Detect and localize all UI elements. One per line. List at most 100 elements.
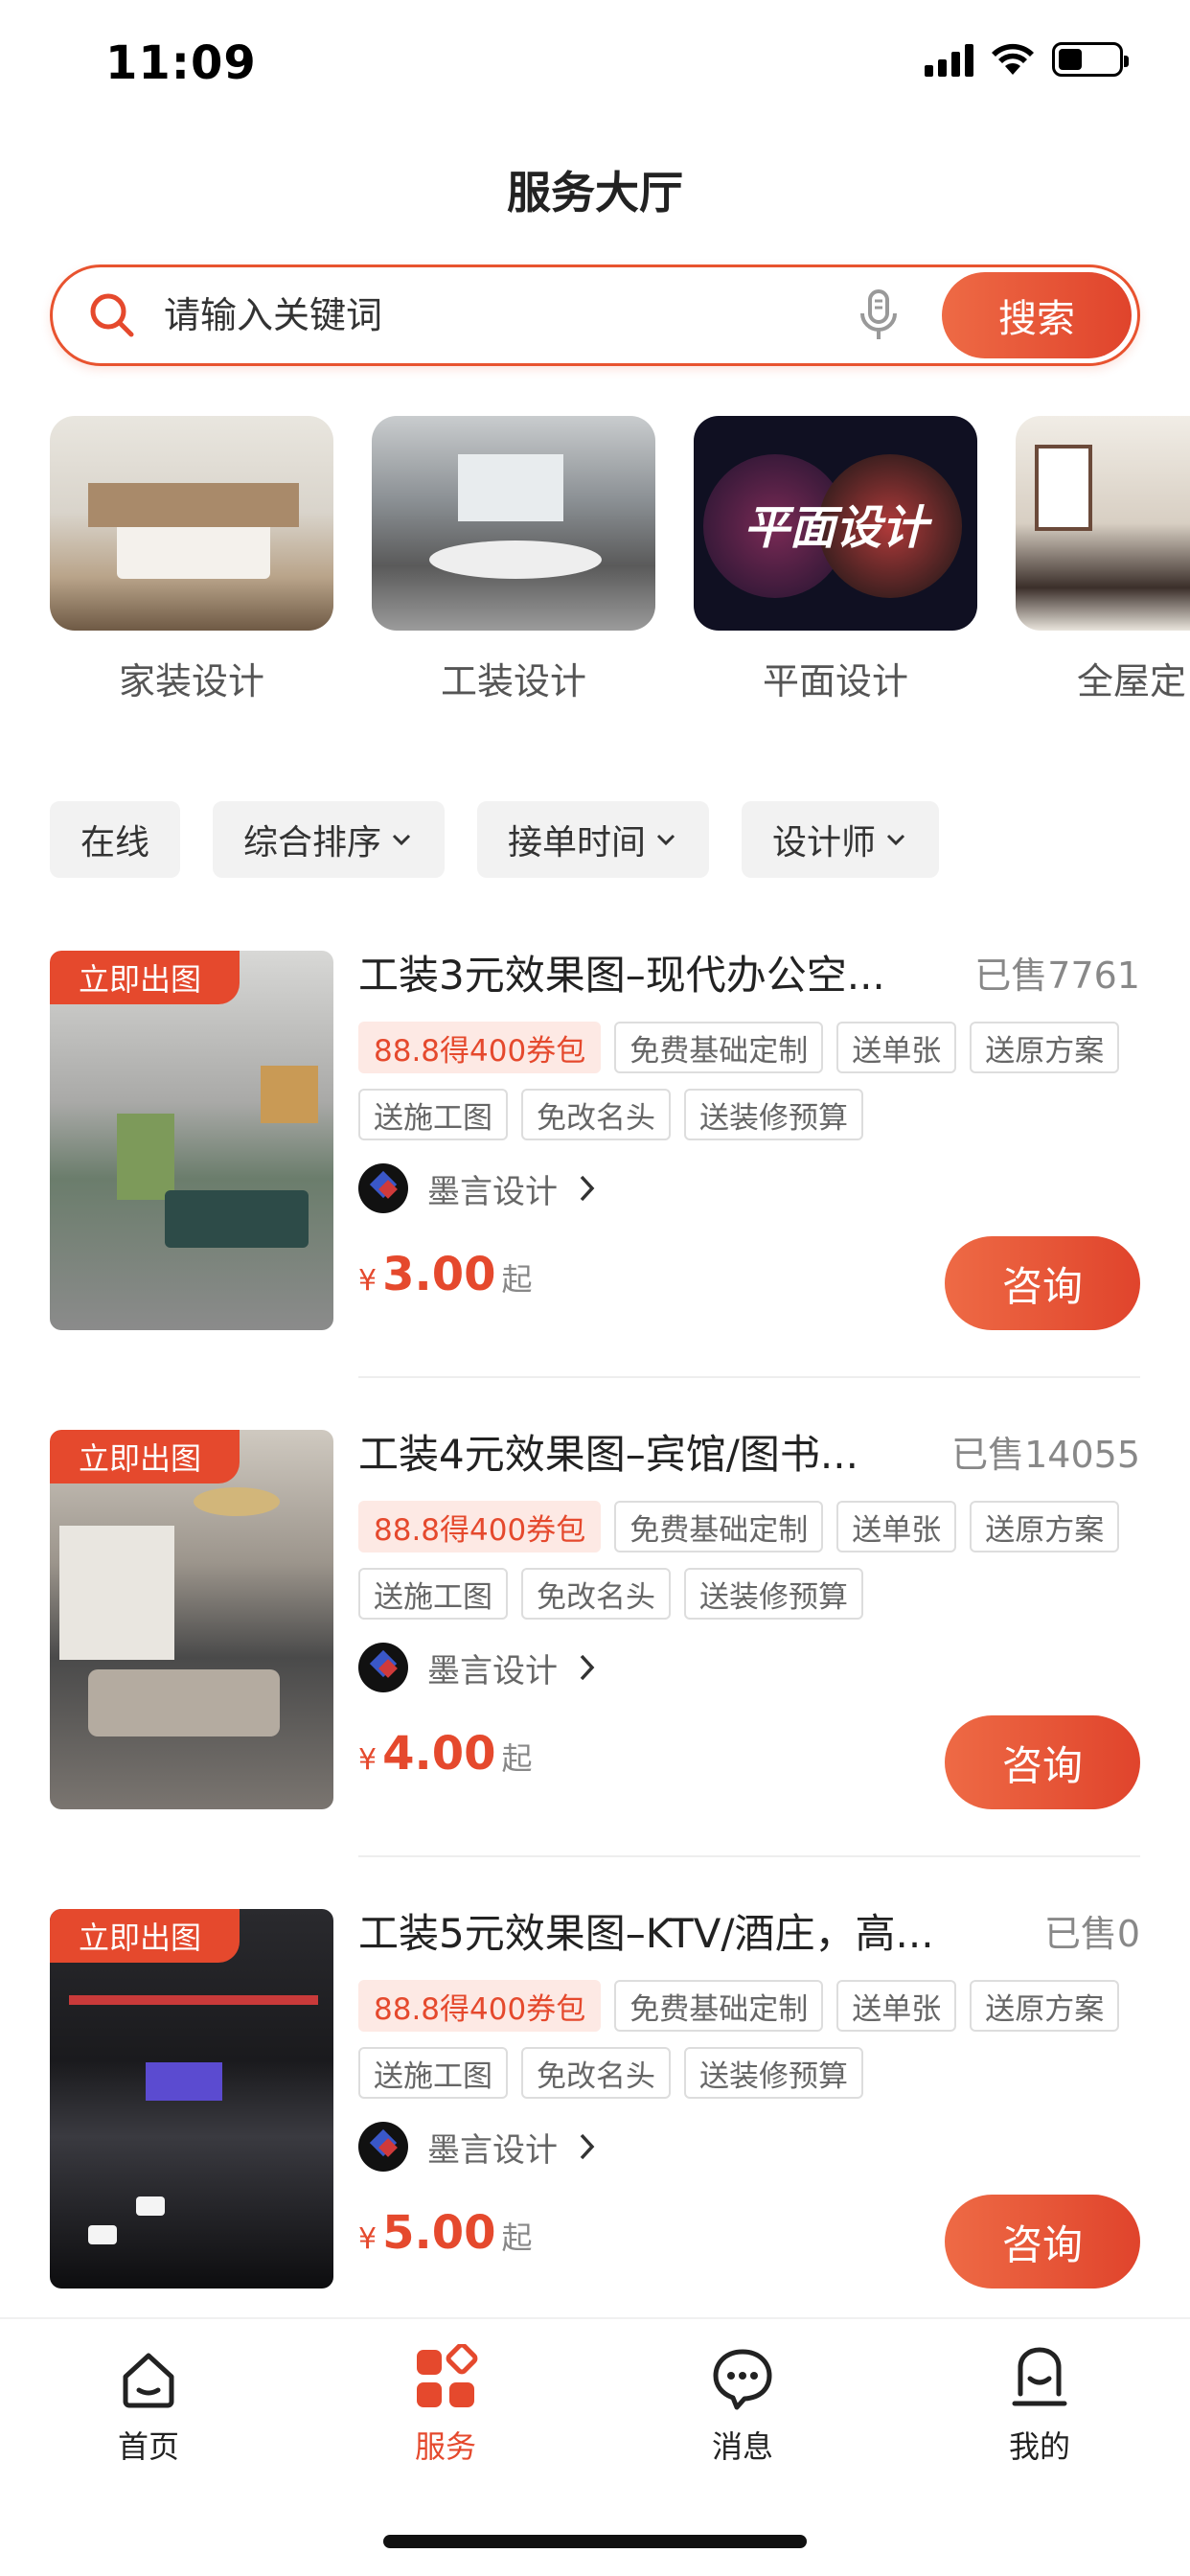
price-suffix: 起 <box>501 1740 533 1777</box>
filter-order-time[interactable]: 接单时间 <box>477 801 710 878</box>
promo-tag: 88.8得400券包 <box>358 1022 602 1073</box>
price-value: 3.00 <box>382 1248 496 1301</box>
category-graphic-design[interactable]: 平面设计 平面设计 <box>694 416 977 704</box>
feature-tag: 送单张 <box>836 1501 957 1552</box>
seller-link[interactable]: 墨言设计 <box>358 1163 598 1213</box>
feature-tag: 送原方案 <box>970 1022 1120 1073</box>
tag-list: 88.8得400券包 免费基础定制 送单张 送原方案 送施工图 免改名头 送装修… <box>358 1022 1144 1140</box>
search-input[interactable] <box>164 285 873 346</box>
category-home-design[interactable]: 家装设计 <box>50 416 333 704</box>
category-image-text: 平面设计 <box>743 501 927 555</box>
product-card[interactable]: 立即出图 工装4元效果图–宾馆/图书... 已售14055 88.8得400券包… <box>50 1430 1140 1909</box>
tab-messages[interactable]: 消息 <box>666 2344 819 2467</box>
product-title: 工装4元效果图–宾馆/图书... <box>358 1431 858 1478</box>
tab-label: 首页 <box>117 2428 179 2465</box>
price-currency: ¥ <box>358 1743 378 1777</box>
price-currency: ¥ <box>358 2222 378 2256</box>
search-button[interactable]: 搜索 <box>942 272 1132 358</box>
category-carousel: 家装设计 工装设计 平面设计 平面设计 全屋定 <box>50 416 1190 723</box>
category-image <box>372 416 655 631</box>
product-card[interactable]: 立即出图 工装3元效果图–现代办公空... 已售7761 88.8得400券包 … <box>50 951 1140 1430</box>
seller-name: 墨言设计 <box>427 1172 558 1211</box>
price: ¥ 5.00 起 <box>358 2206 533 2260</box>
sold-count: 已售7761 <box>974 954 1140 997</box>
chevron-down-icon <box>656 834 675 846</box>
feature-tag: 免改名头 <box>521 1089 671 1140</box>
chevron-down-icon <box>887 834 905 846</box>
search-bar: 搜索 <box>50 264 1140 366</box>
consult-button[interactable]: 咨询 <box>945 1236 1140 1330</box>
product-title: 工装3元效果图–现代办公空... <box>358 952 885 999</box>
tag-list: 88.8得400券包 免费基础定制 送单张 送原方案 送施工图 免改名头 送装修… <box>358 1980 1144 2099</box>
seller-name: 墨言设计 <box>427 1651 558 1690</box>
price-suffix: 起 <box>501 1261 533 1298</box>
feature-tag: 免改名头 <box>521 2047 671 2099</box>
seller-link[interactable]: 墨言设计 <box>358 2122 598 2172</box>
feature-tag: 免费基础定制 <box>614 1980 824 2032</box>
feature-tag: 送施工图 <box>358 2047 508 2099</box>
profile-icon <box>1012 2347 1067 2406</box>
wifi-icon <box>992 43 1034 75</box>
filter-designer[interactable]: 设计师 <box>742 801 940 878</box>
product-title: 工装5元效果图–KTV/酒庄，高... <box>358 1910 934 1957</box>
seller-avatar <box>358 1163 408 1213</box>
feature-tag: 免改名头 <box>521 1568 671 1620</box>
category-image: 平面设计 <box>694 416 977 631</box>
status-time: 11:09 <box>105 36 257 90</box>
sold-count: 已售14055 <box>951 1434 1140 1476</box>
home-indicator[interactable] <box>383 2535 807 2548</box>
feature-tag: 送施工图 <box>358 1089 508 1140</box>
category-image <box>1016 416 1190 631</box>
feature-tag: 免费基础定制 <box>614 1501 824 1552</box>
feature-tag: 送单张 <box>836 1022 957 1073</box>
search-icon <box>90 293 134 337</box>
tag-list: 88.8得400券包 免费基础定制 送单张 送原方案 送施工图 免改名头 送装修… <box>358 1501 1144 1620</box>
tab-profile[interactable]: 我的 <box>963 2344 1116 2467</box>
chevron-right-icon <box>580 2133 595 2160</box>
status-icons <box>925 42 1129 77</box>
price-value: 4.00 <box>382 1727 496 1781</box>
chevron-right-icon <box>580 1654 595 1681</box>
status-bar: 11:09 <box>0 0 1190 129</box>
price-currency: ¥ <box>358 1264 378 1298</box>
seller-link[interactable]: 墨言设计 <box>358 1643 598 1692</box>
sold-count: 已售0 <box>1043 1913 1140 1955</box>
consult-button[interactable]: 咨询 <box>945 2195 1140 2288</box>
feature-tag: 送单张 <box>836 1980 957 2032</box>
seller-avatar <box>358 2122 408 2172</box>
category-label: 全屋定 <box>1077 660 1187 702</box>
chevron-right-icon <box>580 1175 595 1202</box>
promo-tag: 88.8得400券包 <box>358 1980 602 2032</box>
price-suffix: 起 <box>501 2220 533 2256</box>
microphone-icon[interactable] <box>856 288 902 342</box>
promo-tag: 88.8得400券包 <box>358 1501 602 1552</box>
feature-tag: 送装修预算 <box>684 1089 863 1140</box>
category-commercial-design[interactable]: 工装设计 <box>372 416 655 704</box>
tab-services[interactable]: 服务 <box>369 2344 522 2467</box>
product-badge: 立即出图 <box>50 951 240 1004</box>
services-icon <box>417 2344 478 2407</box>
category-label: 家装设计 <box>118 660 264 702</box>
message-icon <box>713 2349 772 2410</box>
page-title: 服务大厅 <box>507 167 683 218</box>
tab-home[interactable]: 首页 <box>72 2344 225 2467</box>
battery-icon <box>1052 42 1129 77</box>
product-badge: 立即出图 <box>50 1430 240 1484</box>
cellular-signal-icon <box>925 42 973 77</box>
filter-sort[interactable]: 综合排序 <box>213 801 446 878</box>
product-image: 立即出图 <box>50 1430 333 1809</box>
feature-tag: 送原方案 <box>970 1501 1120 1552</box>
divider <box>358 1855 1140 1857</box>
product-list: 立即出图 工装3元效果图–现代办公空... 已售7761 88.8得400券包 … <box>50 951 1140 2388</box>
divider <box>358 1376 1140 1378</box>
feature-tag: 送装修预算 <box>684 2047 863 2099</box>
feature-tag: 免费基础定制 <box>614 1022 824 1073</box>
product-card[interactable]: 立即出图 工装5元效果图–KTV/酒庄，高... 已售0 88.8得400券包 … <box>50 1909 1140 2388</box>
feature-tag: 送施工图 <box>358 1568 508 1620</box>
tab-label: 消息 <box>711 2428 773 2465</box>
category-image <box>50 416 333 631</box>
filter-online[interactable]: 在线 <box>50 801 181 878</box>
filter-label: 综合排序 <box>243 823 382 862</box>
category-whole-house[interactable]: 全屋定 <box>1016 416 1190 704</box>
consult-button[interactable]: 咨询 <box>945 1715 1140 1809</box>
